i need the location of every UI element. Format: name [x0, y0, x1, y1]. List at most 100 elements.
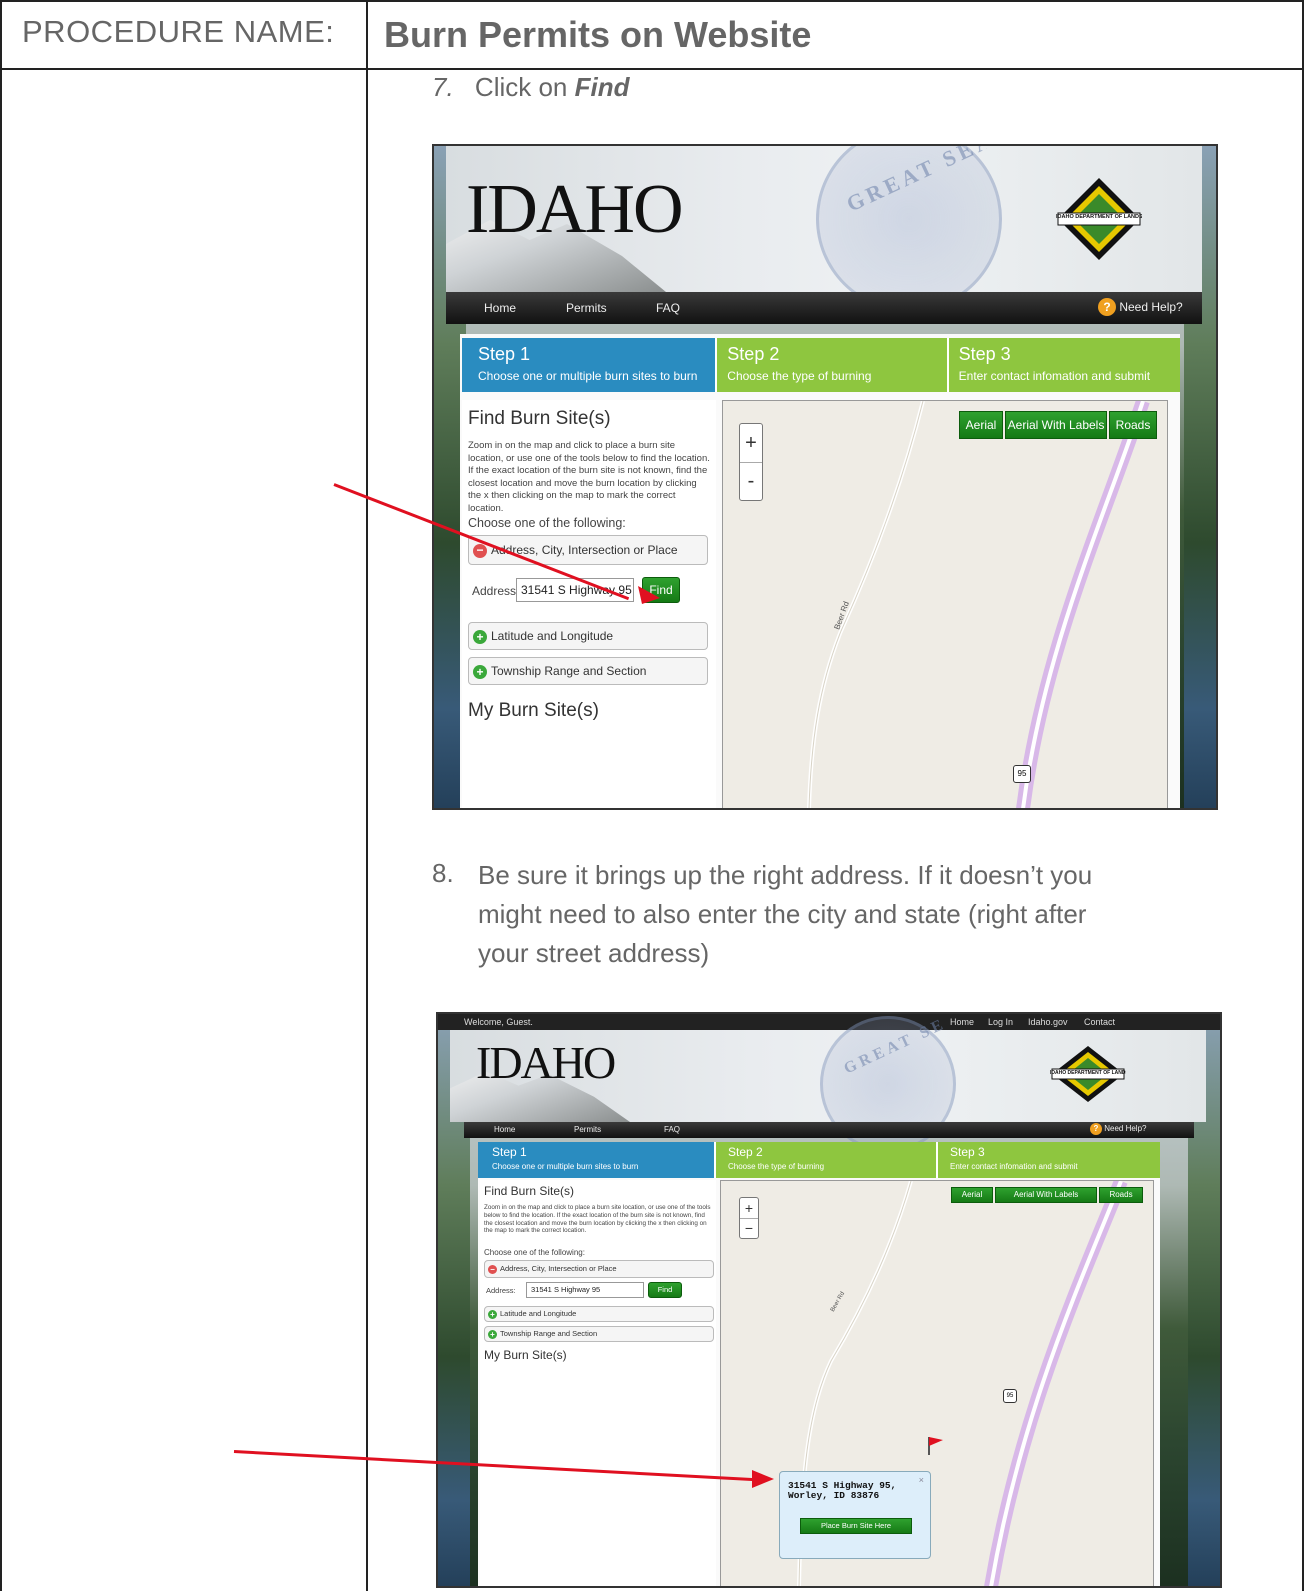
nav-faq[interactable]: FAQ: [656, 301, 680, 315]
wizard-step-3[interactable]: Step 3 Enter contact infomation and subm…: [946, 338, 1181, 392]
procedure-document: PROCEDURE NAME: Burn Permits on Website …: [0, 0, 1304, 1591]
idl-logo-text: IDAHO DEPARTMENT OF LANDS: [1050, 1070, 1126, 1076]
aerial-button[interactable]: Aerial: [959, 411, 1003, 439]
place-burn-site-button[interactable]: Place Burn Site Here: [800, 1518, 912, 1534]
wizard-step-2[interactable]: Step 2 Choose the type of burning: [714, 1142, 936, 1178]
accordion-township-label: Township Range and Section: [500, 1329, 598, 1338]
site-header: GREAT SEAL OF THE IDAHO IDAHO DEPARTMENT…: [446, 146, 1202, 312]
find-burn-site-description: Zoom in on the map and click to place a …: [468, 440, 710, 514]
address-label: Address:: [472, 584, 520, 598]
wizard-step-2-sub: Choose the type of burning: [728, 1162, 825, 1171]
nav-home[interactable]: Home: [494, 1125, 515, 1134]
wizard-step-3-sub: Enter contact infomation and submit: [950, 1162, 1078, 1171]
zoom-control: + −: [739, 1197, 759, 1239]
expand-icon: +: [473, 664, 487, 679]
map-view[interactable]: Beer Rd 95 + − Aerial Aerial With Labels…: [720, 1180, 1154, 1586]
table-border-left: [0, 0, 2, 1591]
zoom-out-button[interactable]: −: [740, 1219, 758, 1238]
map-roads: [807, 401, 1150, 808]
roads-button[interactable]: Roads: [1099, 1187, 1143, 1203]
wizard-step-1[interactable]: Step 1 Choose one or multiple burn sites…: [462, 338, 716, 392]
wizard-step-1-sub: Choose one or multiple burn sites to bur…: [492, 1162, 639, 1171]
wizard-step-1[interactable]: Step 1 Choose one or multiple burn sites…: [478, 1142, 714, 1178]
table-border-header: [0, 68, 1304, 70]
accordion-lat-lon-label: Latitude and Longitude: [491, 629, 614, 643]
idl-logo: IDAHO DEPARTMENT OF LANDS: [1056, 176, 1142, 262]
nav-permits[interactable]: Permits: [574, 1125, 601, 1134]
nav-home[interactable]: Home: [484, 301, 516, 315]
procedure-name-label: PROCEDURE NAME:: [22, 14, 335, 49]
zoom-in-button[interactable]: +: [740, 424, 762, 463]
wizard-step-3-title: Step 3: [958, 344, 1011, 364]
burn-site-flag-icon[interactable]: [925, 1435, 945, 1460]
nav-faq[interactable]: FAQ: [664, 1125, 680, 1134]
nav-permits[interactable]: Permits: [566, 301, 607, 315]
address-popup: 31541 S Highway 95, Worley, ID 83876 × P…: [779, 1471, 931, 1559]
accordion-lat-lon-label: Latitude and Longitude: [500, 1309, 577, 1318]
find-panel: Find Burn Site(s) Zoom in on the map and…: [480, 1180, 716, 1586]
step-8-line-1: Be sure it brings up the right address. …: [478, 860, 1093, 890]
step-8-line-3: your street address): [478, 938, 710, 968]
roads-button[interactable]: Roads: [1109, 411, 1157, 439]
address-input[interactable]: 31541 S Highway 95: [526, 1282, 644, 1298]
need-help-label: Need Help?: [1119, 300, 1183, 314]
wizard-step-3-title: Step 3: [950, 1145, 985, 1159]
map-view[interactable]: Beer Rd 95 + - Aerial Aerial With Labels…: [722, 400, 1168, 808]
address-input[interactable]: 31541 S Highway 95: [516, 578, 634, 602]
highway-shield: 95: [1013, 765, 1031, 783]
wizard-step-2[interactable]: Step 2 Choose the type of burning: [715, 338, 947, 392]
screenshot-find-address: GREAT SEAL OF THE IDAHO IDAHO DEPARTMENT…: [432, 144, 1218, 810]
find-burn-site-description: Zoom in on the map and click to place a …: [484, 1204, 711, 1235]
find-burn-site-title: Find Burn Site(s): [484, 1184, 575, 1198]
find-burn-site-title: Find Burn Site(s): [468, 408, 611, 429]
top-link-contact[interactable]: Contact: [1084, 1014, 1115, 1030]
popup-close-icon[interactable]: ×: [919, 1476, 924, 1486]
find-panel: Find Burn Site(s) Zoom in on the map and…: [462, 400, 716, 808]
wizard-step-3[interactable]: Step 3 Enter contact infomation and subm…: [936, 1142, 1160, 1178]
choose-label: Choose one of the following:: [468, 516, 626, 530]
step-7-number: 7.: [432, 72, 454, 102]
collapse-icon: −: [473, 543, 487, 558]
step-7-prefix: Click on: [474, 72, 575, 102]
table-border-middle: [366, 0, 368, 1591]
aerial-labels-button[interactable]: Aerial With Labels: [1005, 411, 1107, 439]
zoom-in-button[interactable]: +: [740, 1198, 758, 1219]
accordion-lat-lon[interactable]: + Latitude and Longitude: [468, 622, 708, 650]
zoom-out-button[interactable]: -: [740, 463, 762, 499]
top-link-idaho-gov[interactable]: Idaho.gov: [1028, 1014, 1068, 1030]
wizard-steps: Step 1 Choose one or multiple burn sites…: [478, 1142, 1160, 1178]
idl-logo: IDAHO DEPARTMENT OF LANDS: [1050, 1044, 1126, 1104]
zoom-control: + -: [739, 423, 763, 501]
idl-logo-text: IDAHO DEPARTMENT OF LANDS: [1056, 214, 1142, 220]
wizard-step-1-sub: Choose one or multiple burn sites to bur…: [478, 369, 698, 383]
need-help-link[interactable]: ? Need Help?: [1098, 298, 1183, 316]
idaho-logo: IDAHO: [466, 171, 684, 248]
accordion-lat-lon[interactable]: + Latitude and Longitude: [484, 1306, 714, 1322]
my-burn-sites-title: My Burn Site(s): [468, 700, 599, 721]
find-button[interactable]: Find: [648, 1282, 682, 1298]
step-7-emphasis: Find: [574, 72, 630, 102]
site-header: GREAT SEAL OF THE IDAHO IDAHO DEPARTMENT…: [450, 1016, 1206, 1152]
wizard-step-2-sub: Choose the type of burning: [727, 369, 872, 383]
help-icon: ?: [1098, 298, 1116, 316]
wizard-step-1-title: Step 1: [492, 1145, 527, 1159]
top-link-home[interactable]: Home: [950, 1014, 974, 1030]
help-icon: ?: [1090, 1123, 1102, 1135]
need-help-link[interactable]: ? Need Help?: [1090, 1123, 1146, 1135]
highway-shield: 95: [1003, 1389, 1017, 1403]
annotation-arrowhead-2: [752, 1470, 774, 1488]
expand-icon: +: [488, 1329, 497, 1339]
annotation-arrowhead-1: [638, 586, 660, 604]
address-label: Address:: [486, 1286, 516, 1295]
top-link-login[interactable]: Log In: [988, 1014, 1013, 1030]
accordion-township[interactable]: + Township Range and Section: [468, 657, 708, 685]
accordion-township[interactable]: + Township Range and Section: [484, 1326, 714, 1342]
accordion-address[interactable]: − Address, City, Intersection or Place: [484, 1260, 714, 1278]
need-help-label: Need Help?: [1104, 1124, 1147, 1133]
wizard-step-3-sub: Enter contact infomation and submit: [958, 369, 1151, 383]
accordion-township-label: Township Range and Section: [491, 664, 647, 678]
aerial-button[interactable]: Aerial: [951, 1187, 993, 1203]
aerial-labels-button[interactable]: Aerial With Labels: [995, 1187, 1097, 1203]
choose-label: Choose one of the following:: [484, 1248, 585, 1257]
screenshot-address-result: Welcome, Guest. Home Log In Idaho.gov Co…: [436, 1012, 1222, 1588]
